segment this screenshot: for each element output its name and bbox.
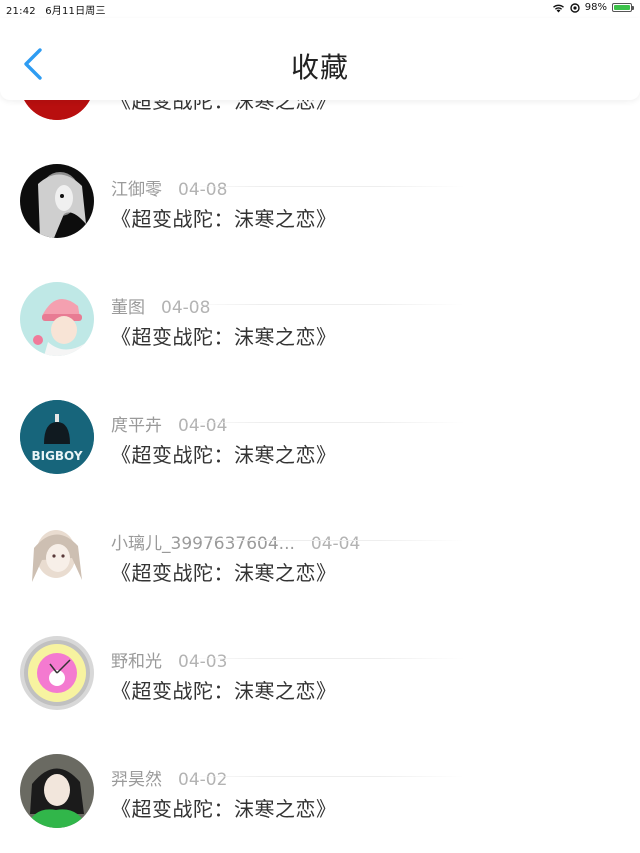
status-date: 6月11日周三: [45, 6, 106, 17]
item-meta: 野和光 04-03: [111, 647, 227, 672]
row-divider: [175, 658, 465, 659]
favorite-item[interactable]: 董图 04-08 《超变战陀：沫寒之恋》: [0, 208, 640, 356]
item-meta: 小璃儿_3997637604... 04-04: [111, 529, 360, 554]
item-title[interactable]: 《超变战陀：沫寒之恋》: [111, 793, 337, 822]
item-meta: 江御零 04-08: [111, 175, 227, 200]
green-jacket-girl-avatar: [20, 754, 94, 828]
user-name[interactable]: 江御零: [111, 180, 162, 200]
row-divider: [175, 540, 465, 541]
battery-icon: [612, 3, 634, 12]
item-date: 04-08: [161, 298, 211, 318]
item-date: 04-04: [178, 416, 228, 436]
user-name[interactable]: 庹平卉: [111, 416, 162, 436]
row-divider: [175, 776, 465, 777]
row-divider: [175, 304, 465, 305]
status-bar: 21:42 6月11日周三 98%: [0, 0, 640, 18]
favorite-item[interactable]: 野和光 04-03 《超变战陀：沫寒之恋》: [0, 562, 640, 710]
user-avatar[interactable]: [20, 754, 94, 828]
battery-percent: 98%: [584, 2, 607, 13]
item-date: 04-03: [178, 652, 228, 672]
row-divider: [175, 186, 465, 187]
item-date: 04-02: [178, 770, 228, 790]
favorite-item[interactable]: 江御零 04-08 《超变战陀：沫寒之恋》: [0, 90, 640, 238]
status-clock: 21:42: [6, 6, 36, 17]
favorite-item[interactable]: 小璃儿_3997637604... 04-04 《超变战陀：沫寒之恋》: [0, 444, 640, 592]
wifi-icon: [552, 4, 564, 12]
item-date: 04-04: [310, 534, 361, 554]
user-name[interactable]: 羿昊然: [111, 770, 162, 790]
location-icon: [570, 2, 580, 13]
favorite-item[interactable]: BIGBOY 庹平卉 04-04 《超变战陀：沫寒之恋》: [0, 326, 640, 474]
battery-fill: [614, 5, 630, 10]
item-date: 04-08: [178, 180, 228, 200]
favorite-item[interactable]: 羿昊然 04-02 《超变战陀：沫寒之恋》: [0, 680, 640, 828]
page-title: 收藏: [290, 51, 349, 84]
status-right: 98%: [552, 2, 634, 13]
user-name[interactable]: 野和光: [111, 652, 162, 672]
user-name[interactable]: 小璃儿_3997637604...: [111, 534, 295, 554]
item-meta: 董图 04-08: [111, 293, 210, 318]
nav-bar: 收藏: [0, 18, 640, 100]
item-meta: 庹平卉 04-04: [111, 411, 227, 436]
status-time: 21:42 6月11日周三: [6, 2, 106, 17]
item-meta: 羿昊然 04-02: [111, 765, 227, 790]
user-name[interactable]: 董图: [111, 298, 145, 318]
row-divider: [175, 422, 465, 423]
